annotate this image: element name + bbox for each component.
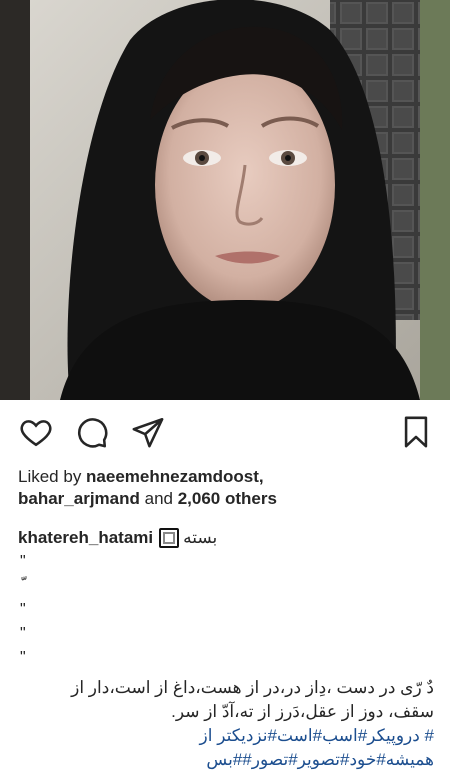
caption-mark: ّ [20,574,26,598]
post-photo-illustration [0,0,450,400]
caption-hashtags[interactable]: همیشه#خود#تصویر#تصور##بس [14,748,434,772]
caption-header: khatereh_hatami بسته [18,527,438,549]
bookmark-icon [404,416,428,448]
likes-count-link[interactable]: 2,060 others [178,489,277,508]
comment-icon [78,418,108,448]
post-image[interactable] [0,0,450,400]
post-action-bar [0,400,450,462]
likes-prefix: Liked by [18,467,87,486]
heart-icon [20,420,52,447]
like-button[interactable] [18,414,54,450]
liker-link-2[interactable]: bahar_arjmand [18,489,140,508]
caption-line: سقف، دوز از عقل،دَرز از ته،آدّ از سر. [171,702,434,721]
square-emoji-icon [159,528,180,548]
send-icon [132,417,164,448]
caption-username[interactable]: khatereh_hatami [18,527,153,549]
caption-mark: " [20,649,26,666]
caption-hashtags[interactable]: # دروپیکر#اسب#است#نزدیکتر از [14,724,434,748]
caption-title: بسته [183,528,218,547]
likes-summary: Liked by naeemehnezamdoost, bahar_arjman… [18,466,438,510]
caption-mark: " [20,553,26,570]
caption-mark: " [20,625,26,642]
caption-line: دٌ رّی در دست ،دِاز در،در از هست،داغ از … [71,678,434,697]
caption-mark: " [20,601,26,618]
caption-marks: " ّ " " " [20,550,26,670]
share-button[interactable] [130,414,166,450]
likes-middle: and [139,489,178,508]
liker-link-1[interactable]: naeemehnezamdoost, [86,467,264,486]
caption-body: دٌ رّی در دست ،دِاز در،در از هست،داغ از … [14,676,434,772]
comment-button[interactable] [74,414,110,450]
save-button[interactable] [398,414,434,450]
